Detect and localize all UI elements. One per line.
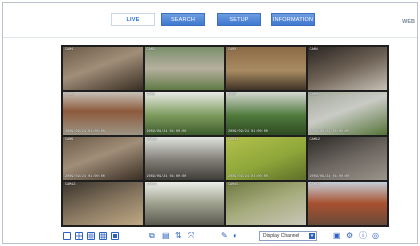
info-icon[interactable]: ⓘ bbox=[359, 231, 367, 241]
camera-tile[interactable]: CAM16 bbox=[307, 182, 387, 225]
tab-search[interactable]: SEARCH bbox=[161, 13, 205, 26]
camera-tile[interactable]: CAM8 2009/09/24 01:00:00 bbox=[307, 92, 387, 135]
display-channel-value: Display Channel bbox=[263, 233, 300, 239]
full-view-icon[interactable] bbox=[111, 232, 119, 240]
camera-label: CAM16 bbox=[309, 183, 321, 187]
camera-tile[interactable]: CAM7 2009/09/24 01:00:00 bbox=[226, 92, 306, 135]
save-icon[interactable]: ▣ bbox=[333, 231, 341, 241]
camera-label: CAM10 bbox=[146, 138, 158, 142]
camera-label: CAM8 bbox=[309, 93, 318, 97]
sound-icon[interactable]: ◐ bbox=[233, 231, 238, 241]
nine-view-icon[interactable] bbox=[87, 232, 95, 240]
camera-label: CAM14 bbox=[146, 183, 158, 187]
camera-tile[interactable]: CAM4 bbox=[307, 47, 387, 90]
camera-tile[interactable]: CAM15 bbox=[226, 182, 306, 225]
pen-icon[interactable]: ✎ bbox=[221, 231, 228, 241]
camera-label: CAM4 bbox=[309, 48, 318, 52]
bottom-toolbar: ⧉ ▤ ⇅ ⤧ ✎ ◐ Display Channel ▾ ▣ ⚙ ⓘ ◎ bbox=[61, 231, 389, 243]
camera-label: CAM6 bbox=[146, 93, 155, 97]
camera-tile[interactable]: CAM12 2009/09/24 01:00:00 bbox=[307, 137, 387, 180]
camera-timestamp: 2009/09/24 01:00:00 bbox=[146, 130, 187, 134]
camera-label: CAM7 bbox=[228, 93, 237, 97]
camera-tile[interactable]: CAM11 2009/09/24 01:00:00 bbox=[226, 137, 306, 180]
tab-information[interactable]: INFORMATION bbox=[271, 13, 315, 26]
camera-timestamp: 2009/09/24 01:00:00 bbox=[65, 130, 105, 134]
camera-label: CAM2 bbox=[146, 48, 155, 52]
camera-tile[interactable]: CAM9 2009/09/24 01:00:00 bbox=[63, 137, 143, 180]
top-navigation: LIVE SEARCH SETUP INFORMATION WEB bbox=[3, 3, 417, 31]
settings-icon[interactable]: ⚙ bbox=[346, 231, 353, 241]
capture-icon[interactable]: ⧉ bbox=[149, 231, 155, 241]
display-channel-select[interactable]: Display Channel ▾ bbox=[259, 231, 317, 241]
app-window: LIVE SEARCH SETUP INFORMATION WEB CAM1 CA… bbox=[2, 2, 418, 244]
camera-label: CAM1 bbox=[65, 48, 74, 52]
camera-label: CAM9 bbox=[65, 138, 74, 142]
help-icon[interactable]: ◎ bbox=[372, 231, 379, 241]
quad-view-icon[interactable] bbox=[75, 232, 83, 240]
single-view-icon[interactable] bbox=[63, 232, 71, 240]
camera-tile[interactable]: CAM10 2009/09/24 01:00:00 bbox=[144, 137, 224, 180]
tab-setup[interactable]: SETUP bbox=[217, 13, 261, 26]
camera-tile[interactable]: CAM6 2009/09/24 01:00:00 bbox=[144, 92, 224, 135]
brand-label: WEB bbox=[402, 19, 415, 25]
camera-label: CAM13 bbox=[65, 183, 76, 187]
record-icon[interactable]: ▤ bbox=[162, 231, 170, 241]
camera-timestamp: 2009/09/24 01:00:00 bbox=[65, 175, 105, 179]
camera-label: CAM5 bbox=[65, 93, 74, 97]
fullscreen-icon[interactable]: ⤧ bbox=[188, 231, 194, 241]
camera-label: CAM11 bbox=[228, 138, 239, 142]
camera-label: CAM12 bbox=[309, 138, 321, 142]
camera-timestamp: 2009/09/24 01:00:00 bbox=[146, 175, 187, 179]
camera-label: CAM15 bbox=[228, 183, 239, 187]
tab-live[interactable]: LIVE bbox=[111, 13, 155, 26]
camera-grid: CAM1 CAM2 CAM3 CAM4 CAM5 2009/09/24 01:00:00 C… bbox=[61, 45, 389, 227]
header-divider bbox=[3, 37, 417, 38]
camera-label: CAM3 bbox=[228, 48, 237, 52]
chevron-down-icon: ▾ bbox=[309, 233, 315, 239]
camera-tile[interactable]: CAM14 bbox=[144, 182, 224, 225]
camera-tile[interactable]: CAM2 bbox=[144, 47, 224, 90]
camera-timestamp: 2009/09/24 01:00:00 bbox=[228, 175, 268, 179]
camera-tile[interactable]: CAM1 bbox=[63, 47, 143, 90]
camera-tile[interactable]: CAM5 2009/09/24 01:00:00 bbox=[63, 92, 143, 135]
audio-icon[interactable]: ⇅ bbox=[175, 231, 182, 241]
camera-timestamp: 2009/09/24 01:00:00 bbox=[228, 130, 268, 134]
camera-timestamp: 2009/09/24 01:00:00 bbox=[309, 130, 350, 134]
camera-timestamp: 2009/09/24 01:00:00 bbox=[309, 175, 350, 179]
camera-tile[interactable]: CAM13 bbox=[63, 182, 143, 225]
camera-tile[interactable]: CAM3 bbox=[226, 47, 306, 90]
sixteen-view-icon[interactable] bbox=[99, 232, 107, 240]
